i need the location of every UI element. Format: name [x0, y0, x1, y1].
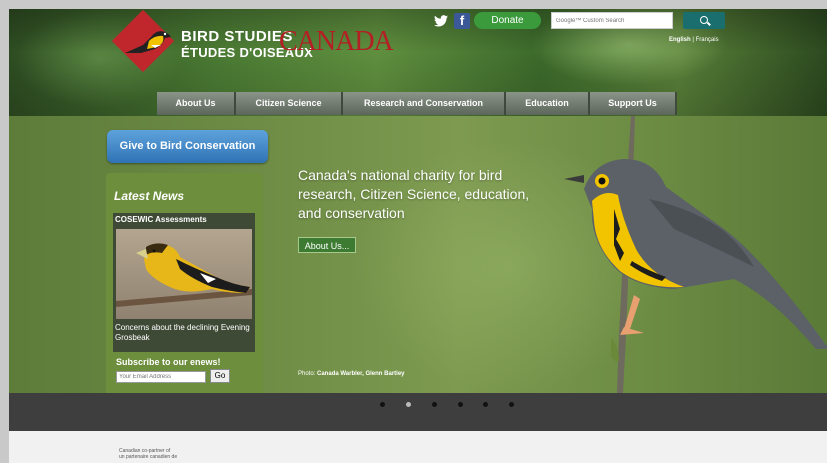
nav-about-us[interactable]: About Us	[157, 92, 236, 115]
language-switcher: English | Français	[669, 37, 719, 43]
main-nav: About Us Citizen Science Research and Co…	[157, 92, 677, 115]
nav-citizen-science[interactable]: Citizen Science	[236, 92, 343, 115]
subscribe-go-button[interactable]: Go	[210, 369, 230, 383]
slide-dot-1[interactable]	[380, 402, 385, 407]
donate-button[interactable]: Donate	[474, 12, 541, 29]
search-button[interactable]	[683, 12, 725, 29]
nav-research-conservation[interactable]: Research and Conservation	[343, 92, 506, 115]
logo-text-en[interactable]: BIRD STUDIES	[181, 28, 293, 45]
slide-dots-bar	[9, 393, 827, 431]
page: BIRD STUDIES ÉTUDES D'OISEAUX CANADA f D…	[9, 9, 827, 463]
news-item-caption[interactable]: Concerns about the declining Evening Gro…	[115, 323, 253, 343]
partner-text: Canadian co-partner of un partenaire can…	[119, 448, 178, 460]
hero-about-button[interactable]: About Us...	[298, 237, 356, 253]
slide-dot-6[interactable]	[509, 402, 514, 407]
site-footer: Canadian co-partner of un partenaire can…	[9, 431, 827, 463]
lang-english-link[interactable]: English	[669, 37, 691, 43]
lang-french-link[interactable]: Français	[696, 37, 719, 43]
news-item[interactable]: COSEWIC Assessments Concerns about the d…	[113, 213, 255, 352]
photo-credit: Photo: Canada Warbler, Glenn Bartley	[298, 371, 405, 377]
latest-news-title: Latest News	[114, 189, 185, 203]
news-item-title[interactable]: COSEWIC Assessments	[115, 215, 207, 224]
canada-warbler-image	[564, 159, 827, 349]
email-input[interactable]	[116, 371, 206, 383]
latest-news-panel: Latest News COSEWIC Assessments Concerns…	[106, 173, 263, 420]
give-bird-conservation-button[interactable]: Give to Bird Conservation	[107, 130, 268, 163]
nav-support-us[interactable]: Support Us	[590, 92, 677, 115]
slide-dot-2[interactable]	[406, 402, 411, 407]
search-icon	[700, 16, 708, 24]
slide-dot-4[interactable]	[458, 402, 463, 407]
slide-dot-5[interactable]	[483, 402, 488, 407]
site-header: BIRD STUDIES ÉTUDES D'OISEAUX CANADA f D…	[9, 9, 827, 116]
nav-education[interactable]: Education	[506, 92, 590, 115]
logo-bird-icon	[125, 31, 171, 53]
evening-grosbeak-image[interactable]	[116, 229, 252, 319]
search-input[interactable]	[551, 12, 673, 29]
hero-tagline: Canada's national charity for bird resea…	[298, 167, 530, 221]
facebook-icon[interactable]: f	[454, 13, 470, 29]
subscribe-label: Subscribe to our enews!	[116, 357, 221, 367]
logo-text-canada[interactable]: CANADA	[279, 26, 394, 58]
slide-dot-3[interactable]	[432, 402, 437, 407]
twitter-icon[interactable]	[433, 14, 449, 30]
